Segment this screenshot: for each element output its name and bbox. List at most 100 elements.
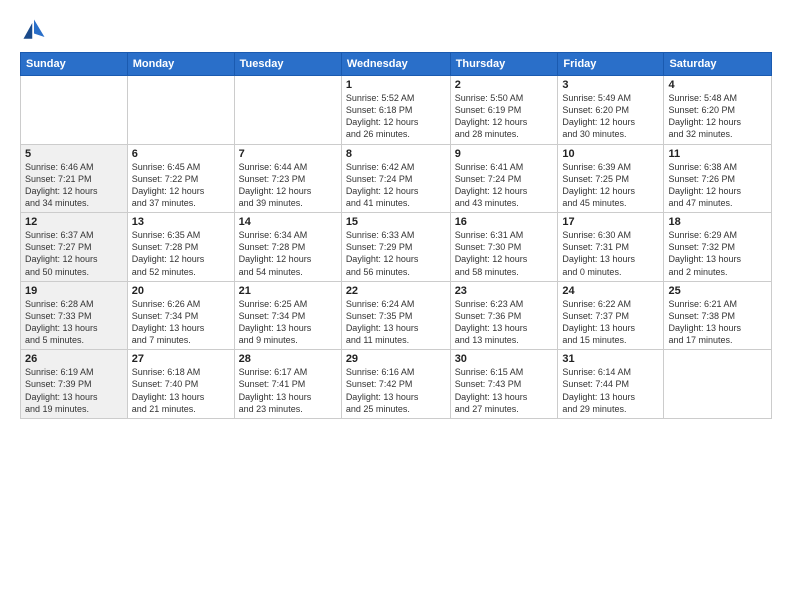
cell-content: Sunrise: 6:19 AM Sunset: 7:39 PM Dayligh… xyxy=(25,366,123,415)
calendar-cell: 3Sunrise: 5:49 AM Sunset: 6:20 PM Daylig… xyxy=(558,76,664,145)
cell-content: Sunrise: 6:46 AM Sunset: 7:21 PM Dayligh… xyxy=(25,161,123,210)
logo xyxy=(20,16,52,44)
day-number: 9 xyxy=(455,148,554,160)
day-number: 25 xyxy=(668,285,767,297)
day-number: 11 xyxy=(668,148,767,160)
cell-content: Sunrise: 5:52 AM Sunset: 6:18 PM Dayligh… xyxy=(346,92,446,141)
calendar-cell: 19Sunrise: 6:28 AM Sunset: 7:33 PM Dayli… xyxy=(21,281,128,350)
calendar-body: 1Sunrise: 5:52 AM Sunset: 6:18 PM Daylig… xyxy=(21,76,772,419)
cell-content: Sunrise: 6:21 AM Sunset: 7:38 PM Dayligh… xyxy=(668,298,767,347)
day-number: 7 xyxy=(239,148,337,160)
cell-content: Sunrise: 6:38 AM Sunset: 7:26 PM Dayligh… xyxy=(668,161,767,210)
cell-content: Sunrise: 6:37 AM Sunset: 7:27 PM Dayligh… xyxy=(25,229,123,278)
week-row-2: 5Sunrise: 6:46 AM Sunset: 7:21 PM Daylig… xyxy=(21,144,772,213)
day-header-friday: Friday xyxy=(558,53,664,76)
day-number: 18 xyxy=(668,216,767,228)
cell-content: Sunrise: 6:35 AM Sunset: 7:28 PM Dayligh… xyxy=(132,229,230,278)
day-number: 29 xyxy=(346,353,446,365)
calendar-cell: 13Sunrise: 6:35 AM Sunset: 7:28 PM Dayli… xyxy=(127,213,234,282)
day-number: 3 xyxy=(562,79,659,91)
calendar-cell: 8Sunrise: 6:42 AM Sunset: 7:24 PM Daylig… xyxy=(341,144,450,213)
day-number: 17 xyxy=(562,216,659,228)
cell-content: Sunrise: 6:34 AM Sunset: 7:28 PM Dayligh… xyxy=(239,229,337,278)
calendar-cell xyxy=(21,76,128,145)
day-number: 12 xyxy=(25,216,123,228)
calendar-cell: 27Sunrise: 6:18 AM Sunset: 7:40 PM Dayli… xyxy=(127,350,234,419)
calendar-cell: 11Sunrise: 6:38 AM Sunset: 7:26 PM Dayli… xyxy=(664,144,772,213)
week-row-4: 19Sunrise: 6:28 AM Sunset: 7:33 PM Dayli… xyxy=(21,281,772,350)
day-number: 22 xyxy=(346,285,446,297)
header xyxy=(20,16,772,44)
cell-content: Sunrise: 6:24 AM Sunset: 7:35 PM Dayligh… xyxy=(346,298,446,347)
calendar-cell: 28Sunrise: 6:17 AM Sunset: 7:41 PM Dayli… xyxy=(234,350,341,419)
day-number: 6 xyxy=(132,148,230,160)
calendar-cell: 26Sunrise: 6:19 AM Sunset: 7:39 PM Dayli… xyxy=(21,350,128,419)
day-number: 21 xyxy=(239,285,337,297)
calendar-cell: 6Sunrise: 6:45 AM Sunset: 7:22 PM Daylig… xyxy=(127,144,234,213)
calendar-cell: 7Sunrise: 6:44 AM Sunset: 7:23 PM Daylig… xyxy=(234,144,341,213)
cell-content: Sunrise: 5:49 AM Sunset: 6:20 PM Dayligh… xyxy=(562,92,659,141)
cell-content: Sunrise: 6:22 AM Sunset: 7:37 PM Dayligh… xyxy=(562,298,659,347)
cell-content: Sunrise: 6:15 AM Sunset: 7:43 PM Dayligh… xyxy=(455,366,554,415)
day-header-wednesday: Wednesday xyxy=(341,53,450,76)
calendar-cell: 5Sunrise: 6:46 AM Sunset: 7:21 PM Daylig… xyxy=(21,144,128,213)
day-header-sunday: Sunday xyxy=(21,53,128,76)
day-number: 2 xyxy=(455,79,554,91)
cell-content: Sunrise: 6:28 AM Sunset: 7:33 PM Dayligh… xyxy=(25,298,123,347)
calendar-cell: 25Sunrise: 6:21 AM Sunset: 7:38 PM Dayli… xyxy=(664,281,772,350)
week-row-1: 1Sunrise: 5:52 AM Sunset: 6:18 PM Daylig… xyxy=(21,76,772,145)
day-number: 1 xyxy=(346,79,446,91)
cell-content: Sunrise: 6:23 AM Sunset: 7:36 PM Dayligh… xyxy=(455,298,554,347)
day-number: 30 xyxy=(455,353,554,365)
day-header-saturday: Saturday xyxy=(664,53,772,76)
cell-content: Sunrise: 6:30 AM Sunset: 7:31 PM Dayligh… xyxy=(562,229,659,278)
cell-content: Sunrise: 6:16 AM Sunset: 7:42 PM Dayligh… xyxy=(346,366,446,415)
day-number: 5 xyxy=(25,148,123,160)
calendar-cell: 9Sunrise: 6:41 AM Sunset: 7:24 PM Daylig… xyxy=(450,144,558,213)
calendar-cell: 22Sunrise: 6:24 AM Sunset: 7:35 PM Dayli… xyxy=(341,281,450,350)
day-number: 8 xyxy=(346,148,446,160)
day-number: 14 xyxy=(239,216,337,228)
calendar-cell: 16Sunrise: 6:31 AM Sunset: 7:30 PM Dayli… xyxy=(450,213,558,282)
calendar-cell: 2Sunrise: 5:50 AM Sunset: 6:19 PM Daylig… xyxy=(450,76,558,145)
calendar-table: SundayMondayTuesdayWednesdayThursdayFrid… xyxy=(20,52,772,419)
cell-content: Sunrise: 6:29 AM Sunset: 7:32 PM Dayligh… xyxy=(668,229,767,278)
cell-content: Sunrise: 6:17 AM Sunset: 7:41 PM Dayligh… xyxy=(239,366,337,415)
week-row-3: 12Sunrise: 6:37 AM Sunset: 7:27 PM Dayli… xyxy=(21,213,772,282)
calendar-cell: 14Sunrise: 6:34 AM Sunset: 7:28 PM Dayli… xyxy=(234,213,341,282)
days-of-week-row: SundayMondayTuesdayWednesdayThursdayFrid… xyxy=(21,53,772,76)
cell-content: Sunrise: 6:25 AM Sunset: 7:34 PM Dayligh… xyxy=(239,298,337,347)
day-number: 23 xyxy=(455,285,554,297)
day-number: 10 xyxy=(562,148,659,160)
day-number: 27 xyxy=(132,353,230,365)
cell-content: Sunrise: 6:31 AM Sunset: 7:30 PM Dayligh… xyxy=(455,229,554,278)
calendar-header: SundayMondayTuesdayWednesdayThursdayFrid… xyxy=(21,53,772,76)
day-number: 19 xyxy=(25,285,123,297)
calendar-cell: 4Sunrise: 5:48 AM Sunset: 6:20 PM Daylig… xyxy=(664,76,772,145)
cell-content: Sunrise: 6:14 AM Sunset: 7:44 PM Dayligh… xyxy=(562,366,659,415)
calendar-cell: 15Sunrise: 6:33 AM Sunset: 7:29 PM Dayli… xyxy=(341,213,450,282)
day-number: 26 xyxy=(25,353,123,365)
cell-content: Sunrise: 6:45 AM Sunset: 7:22 PM Dayligh… xyxy=(132,161,230,210)
day-number: 15 xyxy=(346,216,446,228)
calendar-cell: 10Sunrise: 6:39 AM Sunset: 7:25 PM Dayli… xyxy=(558,144,664,213)
day-number: 13 xyxy=(132,216,230,228)
cell-content: Sunrise: 6:26 AM Sunset: 7:34 PM Dayligh… xyxy=(132,298,230,347)
calendar-cell xyxy=(234,76,341,145)
day-header-monday: Monday xyxy=(127,53,234,76)
calendar-cell: 31Sunrise: 6:14 AM Sunset: 7:44 PM Dayli… xyxy=(558,350,664,419)
day-header-thursday: Thursday xyxy=(450,53,558,76)
calendar-cell: 29Sunrise: 6:16 AM Sunset: 7:42 PM Dayli… xyxy=(341,350,450,419)
calendar-cell: 18Sunrise: 6:29 AM Sunset: 7:32 PM Dayli… xyxy=(664,213,772,282)
cell-content: Sunrise: 6:42 AM Sunset: 7:24 PM Dayligh… xyxy=(346,161,446,210)
day-number: 31 xyxy=(562,353,659,365)
cell-content: Sunrise: 5:50 AM Sunset: 6:19 PM Dayligh… xyxy=(455,92,554,141)
day-number: 16 xyxy=(455,216,554,228)
day-number: 24 xyxy=(562,285,659,297)
calendar-cell: 17Sunrise: 6:30 AM Sunset: 7:31 PM Dayli… xyxy=(558,213,664,282)
calendar-cell: 1Sunrise: 5:52 AM Sunset: 6:18 PM Daylig… xyxy=(341,76,450,145)
week-row-5: 26Sunrise: 6:19 AM Sunset: 7:39 PM Dayli… xyxy=(21,350,772,419)
logo-icon xyxy=(20,16,48,44)
calendar-cell: 23Sunrise: 6:23 AM Sunset: 7:36 PM Dayli… xyxy=(450,281,558,350)
calendar-page: SundayMondayTuesdayWednesdayThursdayFrid… xyxy=(0,0,792,612)
